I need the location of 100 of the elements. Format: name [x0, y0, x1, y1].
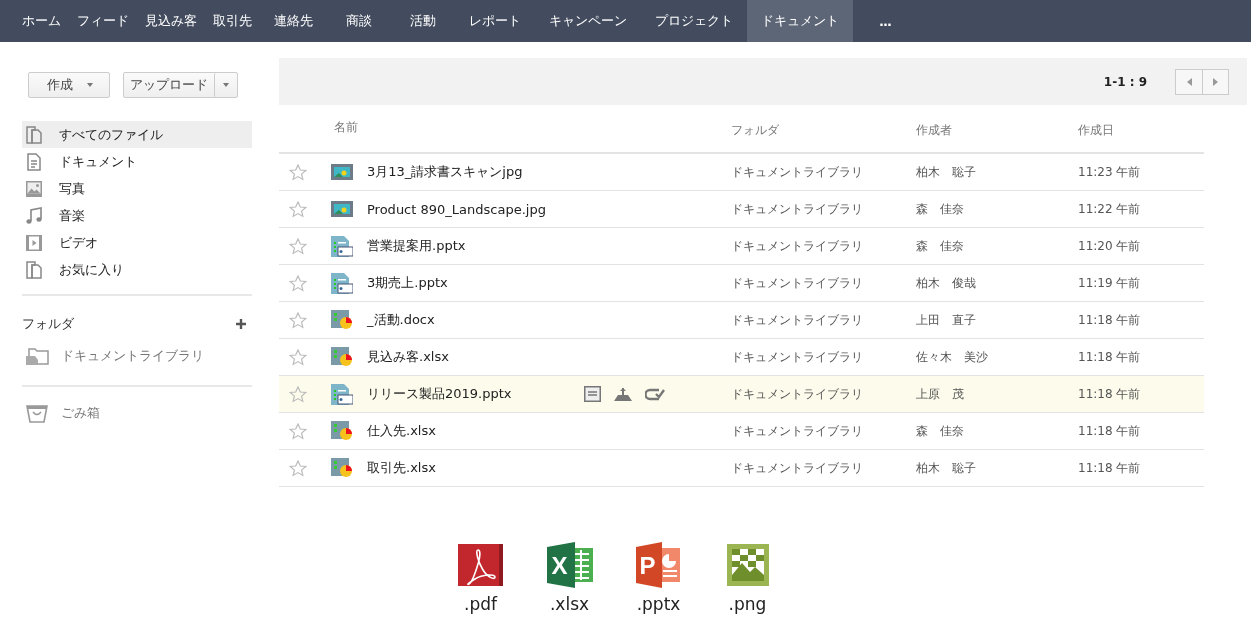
folder-cell-text: ドキュメントライブラリ [731, 459, 864, 477]
folder-icon [25, 346, 49, 366]
sidebar-item[interactable]: 写真 [22, 175, 252, 202]
nav-tab[interactable]: 取引先 [205, 0, 260, 42]
date-cell-text: 11:18 午前 [1078, 348, 1142, 366]
nav-tab[interactable]: ホーム [14, 0, 69, 42]
tray-arrow-icon[interactable] [614, 386, 632, 402]
chart-file-icon [331, 421, 353, 441]
file-extension-label: .pdf [464, 594, 497, 614]
folder-cell-text: ドキュメントライブラリ [731, 422, 864, 440]
file-name[interactable]: リリース製品2019.pptx [367, 385, 584, 403]
sidebar-item-label: 写真 [59, 179, 85, 198]
star-icon[interactable] [289, 459, 307, 477]
slides-file-icon [331, 272, 353, 294]
date-cell-text: 11:20 午前 [1078, 237, 1142, 255]
file-name[interactable]: 3月13_請求書スキャンjpg [367, 163, 584, 181]
logo-letter: P [639, 554, 656, 578]
owner-cell-text: 森 佳奈 [916, 237, 965, 255]
highlighted-row[interactable]: リリース製品2019.pptx ドキュメントライブラリ 上原 茂 11:18 午前 [279, 376, 1204, 413]
document-icon [25, 152, 43, 171]
folder-label: ドキュメントライブラリ [61, 347, 204, 365]
spreadsheet-icon [546, 542, 593, 588]
image-file-icon [331, 164, 353, 180]
trash-label: ごみ箱 [61, 404, 100, 422]
date-cell-text: 11:23 午前 [1078, 163, 1142, 181]
sidebar-item[interactable]: ビデオ [22, 229, 252, 256]
caret-icon [87, 83, 93, 87]
pdf-icon [457, 542, 504, 588]
photo-icon [25, 179, 43, 198]
folder-cell-text: ドキュメントライブラリ [731, 200, 864, 218]
chart-file-icon [331, 458, 353, 478]
nav-tab[interactable]: 連絡先 [260, 0, 327, 42]
file-name[interactable]: 3期売上.pptx [367, 274, 584, 292]
sidebar-item-label: ドキュメント [59, 152, 137, 171]
file-name[interactable]: 取引先.xlsx [367, 459, 584, 477]
sidebar-item-label: ビデオ [59, 233, 98, 252]
file-name[interactable]: _活動.docx [367, 311, 584, 329]
nav-tab[interactable]: キャンペーン [535, 0, 641, 42]
nav-tab[interactable]: フィード [69, 0, 137, 42]
more-button[interactable]: ... [853, 0, 917, 42]
star-icon[interactable] [289, 163, 307, 181]
create-button[interactable]: 作成 [28, 72, 110, 98]
nav-tab[interactable]: レポート [455, 0, 535, 42]
sidebar-item[interactable]: お気に入り [22, 256, 252, 283]
nav-tab[interactable]: プロジェクト [641, 0, 747, 42]
file-name[interactable]: 営業提案用.pptx [367, 237, 584, 255]
owner-cell-text: 上田 直子 [916, 311, 977, 329]
folder-item[interactable]: ドキュメントライブラリ [22, 341, 252, 371]
folder-cell-text: ドキュメントライブラリ [731, 348, 864, 366]
trash-item[interactable]: ごみ箱 [22, 398, 252, 428]
plus-icon[interactable] [236, 319, 246, 329]
nav-tab[interactable]: 見込み客 [137, 0, 205, 42]
files-icon [25, 125, 43, 144]
presentation-icon [635, 542, 682, 588]
file-name[interactable]: 仕入先.xlsx [367, 422, 584, 440]
column-header[interactable]: 作成者 [916, 122, 1078, 139]
star-icon[interactable] [289, 422, 307, 440]
chart-file-icon [331, 347, 353, 367]
column-header[interactable]: 作成日 [1078, 122, 1204, 139]
folder-cell-text: ドキュメントライブラリ [731, 237, 864, 255]
file-name[interactable]: Product 890_Landscape.jpg [367, 201, 584, 217]
column-header[interactable]: フォルダ [731, 122, 916, 139]
upload-button[interactable]: アップロード [123, 72, 238, 98]
date-cell-text: 11:18 午前 [1078, 459, 1142, 477]
sidebar-item-label: 音楽 [59, 206, 85, 225]
nav-tab[interactable]: 商談 [327, 0, 391, 42]
star-icon[interactable] [289, 200, 307, 218]
sidebar-item[interactable]: ドキュメント [22, 148, 252, 175]
sidebar-item-label: すべてのファイル [59, 125, 163, 144]
owner-cell-text: 柏木 聡子 [916, 163, 977, 181]
file-extension-label: .pptx [636, 594, 681, 614]
image-file-icon [331, 201, 353, 217]
film-icon [25, 233, 43, 252]
upload-label-button[interactable]: アップロード [124, 73, 214, 97]
image-icon [724, 542, 771, 588]
file-name[interactable]: 見込み客.xlsx [367, 348, 584, 366]
owner-cell-text: 柏木 俊哉 [916, 274, 977, 292]
document-icon[interactable] [584, 386, 601, 402]
music-note-icon [25, 206, 43, 225]
left-triangle-icon [1186, 77, 1192, 86]
slides-file-icon [331, 235, 353, 257]
sidebar-item-label: お気に入り [59, 260, 124, 279]
folder-cell-text: ドキュメントライブラリ [731, 163, 864, 181]
column-header[interactable]: 名前 [317, 119, 731, 136]
chart-file-icon [331, 310, 353, 330]
nav-tab[interactable]: ドキュメント [747, 0, 853, 42]
tag-icon[interactable] [645, 387, 665, 401]
slides-file-icon [331, 383, 353, 405]
star-icon[interactable] [289, 274, 307, 292]
owner-cell-text: 森 佳奈 [916, 422, 965, 440]
nav-tab[interactable]: 活動 [391, 0, 455, 42]
file-extension-label: .png [728, 594, 767, 614]
folder-cell-text: ドキュメントライブラリ [731, 311, 864, 329]
sidebar-item[interactable]: 音楽 [22, 202, 252, 229]
star-icon[interactable] [289, 311, 307, 329]
star-icon[interactable] [289, 237, 307, 255]
star-icon[interactable] [289, 348, 307, 366]
owner-cell-text: 上原 茂 [916, 385, 965, 403]
star-icon[interactable] [289, 385, 307, 403]
sidebar-item[interactable]: すべてのファイル [22, 121, 252, 148]
